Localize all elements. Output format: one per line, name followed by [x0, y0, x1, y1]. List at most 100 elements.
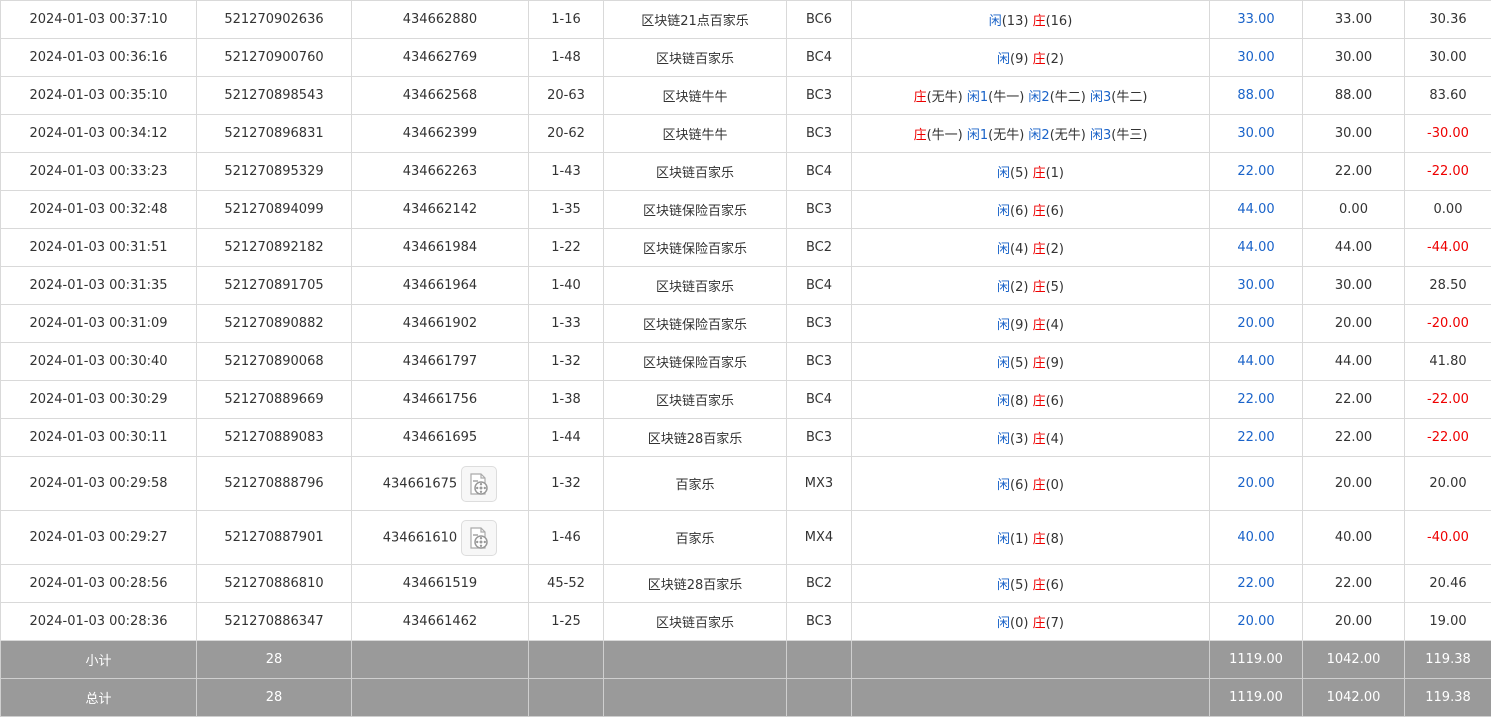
game-result: 闲(1) 庄(8)	[851, 510, 1210, 565]
round-id: 434661695	[402, 430, 478, 445]
result-value: (9)	[1010, 318, 1033, 333]
table-row: 2024-01-03 00:30:11 521270889083 434661695…	[0, 418, 1491, 457]
result-side: 闲	[997, 432, 1011, 447]
round-id: 434661902	[402, 316, 478, 331]
table-number: 1-32	[528, 456, 604, 511]
valid-amount: 33.00	[1302, 0, 1405, 39]
bet-time: 2024-01-03 00:32:48	[0, 190, 197, 229]
bet-id: 521270886810	[196, 564, 352, 603]
bet-amount: 33.00	[1209, 0, 1303, 39]
game-code: BC3	[786, 304, 852, 343]
game-name: 区块链保险百家乐	[603, 190, 787, 229]
game-name: 区块链百家乐	[603, 380, 787, 419]
result-value: (13)	[1001, 14, 1033, 29]
game-result: 闲(13) 庄(16)	[851, 0, 1210, 39]
result-side: 庄	[1032, 432, 1046, 447]
result-side: 庄	[1032, 616, 1046, 631]
table-number: 1-32	[528, 342, 604, 381]
video-replay-icon	[470, 526, 488, 549]
result-side: 庄	[1032, 532, 1046, 547]
game-code: BC4	[786, 380, 852, 419]
result-value: (牛一)	[988, 90, 1029, 105]
valid-amount: 44.00	[1302, 342, 1405, 381]
subtotal-row: 小计 28 1119.00 1042.00 119.38	[0, 640, 1491, 679]
table-row: 2024-01-03 00:34:12 521270896831 434662399…	[0, 114, 1491, 153]
bet-time: 2024-01-03 00:29:58	[0, 456, 197, 511]
result-value: (4)	[1045, 432, 1064, 447]
result-value: (牛三)	[1111, 128, 1148, 143]
round-id-cell: 434662880	[351, 0, 529, 39]
result-side: 庄	[1032, 242, 1046, 257]
subtotal-label: 小计	[0, 640, 197, 679]
total-row: 总计 28 1119.00 1042.00 119.38	[0, 678, 1491, 717]
result-value: (无牛)	[926, 90, 967, 105]
win-amount: 19.00	[1404, 602, 1491, 641]
round-id: 434662769	[402, 50, 478, 65]
result-side: 庄	[1032, 578, 1046, 593]
result-side: 闲	[997, 204, 1011, 219]
video-replay-button[interactable]	[461, 465, 498, 502]
result-value: (0)	[1045, 478, 1064, 493]
bet-time: 2024-01-03 00:28:56	[0, 564, 197, 603]
bet-id: 521270888796	[196, 456, 352, 511]
result-value: (6)	[1045, 394, 1064, 409]
result-value: (2)	[1045, 242, 1064, 257]
table-number: 1-48	[528, 38, 604, 77]
win-amount: 28.50	[1404, 266, 1491, 305]
game-name: 区块链28百家乐	[603, 564, 787, 603]
game-code: BC6	[786, 0, 852, 39]
table-row: 2024-01-03 00:33:23 521270895329 434662263…	[0, 152, 1491, 191]
table-number: 1-35	[528, 190, 604, 229]
valid-amount: 20.00	[1302, 456, 1405, 511]
result-side: 闲	[997, 280, 1011, 295]
game-code: MX4	[786, 510, 852, 565]
bet-id: 521270889669	[196, 380, 352, 419]
round-id-cell: 434662399	[351, 114, 529, 153]
round-id: 434662568	[402, 88, 478, 103]
table-number: 1-44	[528, 418, 604, 457]
bet-time: 2024-01-03 00:30:29	[0, 380, 197, 419]
result-value: (3)	[1010, 432, 1033, 447]
valid-amount: 20.00	[1302, 304, 1405, 343]
result-value: (无牛)	[1049, 128, 1090, 143]
video-replay-icon	[470, 472, 488, 495]
result-side: 闲1	[966, 90, 989, 105]
round-id: 434662263	[402, 164, 478, 179]
result-value: (4)	[1010, 242, 1033, 257]
win-amount: -22.00	[1404, 152, 1491, 191]
bet-amount: 22.00	[1209, 152, 1303, 191]
video-replay-button[interactable]	[461, 519, 498, 556]
bet-amount: 40.00	[1209, 510, 1303, 565]
result-side: 闲2	[1028, 128, 1050, 143]
bet-amount: 20.00	[1209, 304, 1303, 343]
table-row: 2024-01-03 00:32:48 521270894099 434662142…	[0, 190, 1491, 229]
bet-amount: 30.00	[1209, 114, 1303, 153]
subtotal-bet: 1119.00	[1209, 640, 1303, 679]
game-name: 区块链百家乐	[603, 266, 787, 305]
bet-amount: 22.00	[1209, 564, 1303, 603]
round-id: 434661984	[402, 240, 478, 255]
game-result: 闲(9) 庄(2)	[851, 38, 1210, 77]
game-name: 区块链百家乐	[603, 602, 787, 641]
table-row: 2024-01-03 00:29:27 521270887901 434661610…	[0, 510, 1491, 565]
result-value: (无牛)	[988, 128, 1029, 143]
game-code: BC2	[786, 228, 852, 267]
result-side: 庄	[1032, 356, 1046, 371]
bet-amount: 30.00	[1209, 266, 1303, 305]
win-amount: -44.00	[1404, 228, 1491, 267]
valid-amount: 22.00	[1302, 418, 1405, 457]
result-value: (6)	[1010, 478, 1033, 493]
total-valid: 1042.00	[1302, 678, 1405, 717]
bet-time: 2024-01-03 00:35:10	[0, 76, 197, 115]
game-result: 闲(3) 庄(4)	[851, 418, 1210, 457]
valid-amount: 0.00	[1302, 190, 1405, 229]
game-result: 闲(9) 庄(4)	[851, 304, 1210, 343]
game-code: BC3	[786, 602, 852, 641]
result-side: 闲	[988, 14, 1002, 29]
result-value: (9)	[1045, 356, 1064, 371]
win-amount: 20.00	[1404, 456, 1491, 511]
game-result: 闲(5) 庄(1)	[851, 152, 1210, 191]
win-amount: -22.00	[1404, 380, 1491, 419]
result-value: (5)	[1010, 578, 1033, 593]
bet-id: 521270894099	[196, 190, 352, 229]
